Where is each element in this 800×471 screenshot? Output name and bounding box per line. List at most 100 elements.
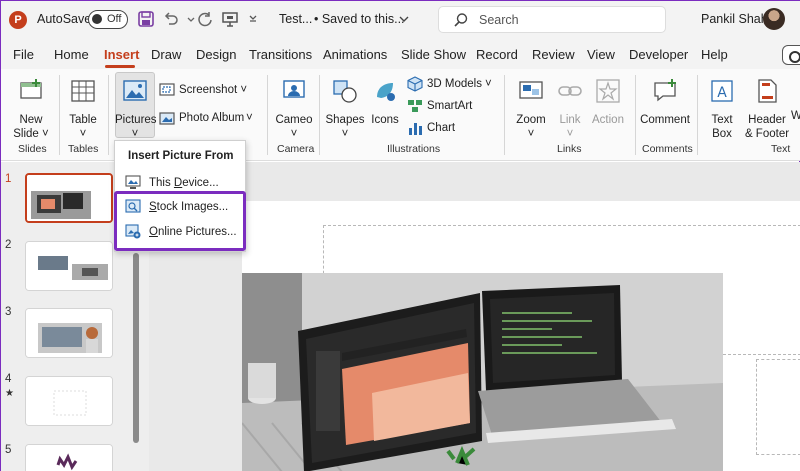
chevron-down-icon[interactable] <box>394 10 414 30</box>
photo-album-button[interactable]: Photo Album <box>159 109 244 127</box>
table-label: Table <box>69 114 97 126</box>
content-placeholder[interactable] <box>756 359 800 455</box>
link-icon <box>558 86 582 96</box>
record-button[interactable] <box>782 45 800 65</box>
action-star-icon <box>596 79 620 103</box>
more-chevron-icon[interactable] <box>243 10 263 30</box>
wordart-button-partial[interactable]: W <box>791 109 800 123</box>
ribbon-separator <box>697 75 698 155</box>
toggle-knob <box>92 14 102 24</box>
tab-record[interactable]: Record <box>476 47 518 62</box>
tab-draw[interactable]: Draw <box>151 47 181 62</box>
3d-models-button[interactable]: 3D Models <box>407 75 482 93</box>
action-button[interactable]: Action <box>589 77 627 127</box>
group-label-text: Text <box>771 143 791 155</box>
table-button[interactable]: Table ˅ <box>64 77 102 141</box>
link-chevron-icon: ˅ <box>566 128 574 140</box>
cube-icon <box>407 76 423 92</box>
comment-icon <box>654 79 676 102</box>
redo-icon[interactable] <box>195 10 215 30</box>
smartart-icon <box>408 100 422 112</box>
present-icon[interactable] <box>220 10 240 30</box>
tab-insert[interactable]: Insert <box>104 47 139 62</box>
header-footer-label-1: Header <box>748 114 786 126</box>
slide-number: 2 <box>5 239 12 251</box>
group-label-comments: Comments <box>642 143 693 155</box>
document-title[interactable]: Test... <box>279 12 312 26</box>
save-status[interactable]: • Saved to this... <box>314 12 405 26</box>
zoom-button[interactable]: Zoom ˅ <box>511 77 551 141</box>
this-device-label: This Device... <box>149 177 219 189</box>
text-box-button[interactable]: A Text Box <box>703 77 741 141</box>
comment-label: Comment <box>640 114 690 126</box>
tab-transitions[interactable]: Transitions <box>249 47 312 62</box>
active-tab-indicator <box>105 65 135 68</box>
slide-panel-scrollbar[interactable] <box>133 253 139 443</box>
ribbon-separator <box>504 75 505 155</box>
powerpoint-logo-icon: P <box>9 11 27 29</box>
search-icon <box>454 13 468 27</box>
autosave-state: Off <box>107 13 122 25</box>
save-icon[interactable] <box>136 10 156 30</box>
tab-review[interactable]: Review <box>532 47 575 62</box>
action-label: Action <box>592 114 624 126</box>
zoom-chevron-icon: ˅ <box>527 128 535 140</box>
smartart-label: SmartArt <box>427 100 473 112</box>
tab-view[interactable]: View <box>587 47 615 62</box>
autosave-label: AutoSave <box>37 12 92 26</box>
chart-icon <box>409 123 422 135</box>
cameo-button[interactable]: Cameo ˅ <box>273 77 315 141</box>
shapes-button[interactable]: Shapes ˅ <box>323 77 367 141</box>
text-box-icon: A <box>711 80 733 102</box>
screenshot-icon <box>159 83 175 96</box>
ribbon-separator <box>267 75 268 155</box>
pictures-chevron-icon: ˅ <box>131 128 139 140</box>
slide-thumbnail[interactable] <box>25 308 113 358</box>
ribbon-separator <box>108 75 109 155</box>
tab-slide-show[interactable]: Slide Show <box>401 47 466 62</box>
chart-button[interactable]: Chart <box>407 119 455 137</box>
new-slide-button[interactable]: New Slide ˅ <box>9 77 53 141</box>
tab-design[interactable]: Design <box>196 47 236 62</box>
group-label-illustrations: Illustrations <box>387 143 441 155</box>
chart-label: Chart <box>427 122 456 134</box>
tab-developer[interactable]: Developer <box>629 47 688 62</box>
avatar[interactable] <box>763 8 785 30</box>
comment-button[interactable]: Comment <box>639 77 691 127</box>
group-label-links: Links <box>557 143 582 155</box>
autosave-toggle[interactable]: Off <box>88 10 128 29</box>
title-bar: P AutoSave Off Test... • Saved to this..… <box>1 1 800 39</box>
slide-thumbnail[interactable] <box>25 173 113 223</box>
pictures-button[interactable]: Pictures ˅ <box>115 77 157 141</box>
tab-home[interactable]: Home <box>54 47 89 62</box>
user-name[interactable]: Pankil Shah <box>701 12 768 26</box>
3d-models-dropdown-icon[interactable]: ˅ <box>485 75 492 93</box>
tab-animations[interactable]: Animations <box>323 47 387 62</box>
photo-album-dropdown-icon[interactable]: ˅ <box>246 109 253 127</box>
screenshot-button[interactable]: Screenshot ˅ <box>159 81 247 99</box>
slide-thumbnail[interactable] <box>25 444 113 471</box>
tab-help[interactable]: Help <box>701 47 728 62</box>
tab-file[interactable]: File <box>13 47 34 62</box>
picture-icon <box>123 80 147 101</box>
new-slide-label-2: Slide <box>13 128 39 140</box>
table-icon <box>71 80 95 102</box>
inserted-photo[interactable] <box>242 273 723 471</box>
undo-icon[interactable] <box>161 10 181 30</box>
text-box-label-2: Box <box>712 128 732 140</box>
slide-thumbnail[interactable] <box>25 376 113 426</box>
slide-thumbnail[interactable] <box>25 241 113 291</box>
photo-album-icon <box>159 112 175 125</box>
smartart-button[interactable]: SmartArt <box>407 97 472 115</box>
link-button[interactable]: Link ˅ <box>551 77 589 141</box>
icons-button[interactable]: Icons <box>367 77 403 127</box>
search-placeholder: Search <box>479 13 519 27</box>
search-box[interactable]: Search <box>438 6 666 33</box>
shapes-icon <box>333 80 357 103</box>
slide-number: 3 <box>5 306 12 318</box>
new-slide-label-1: New <box>19 114 43 126</box>
header-footer-button[interactable]: Header & Footer <box>743 77 791 141</box>
animation-star-icon: ★ <box>5 388 14 399</box>
this-device-item[interactable]: This Device... <box>125 174 219 192</box>
slide-number: 5 <box>5 444 12 456</box>
